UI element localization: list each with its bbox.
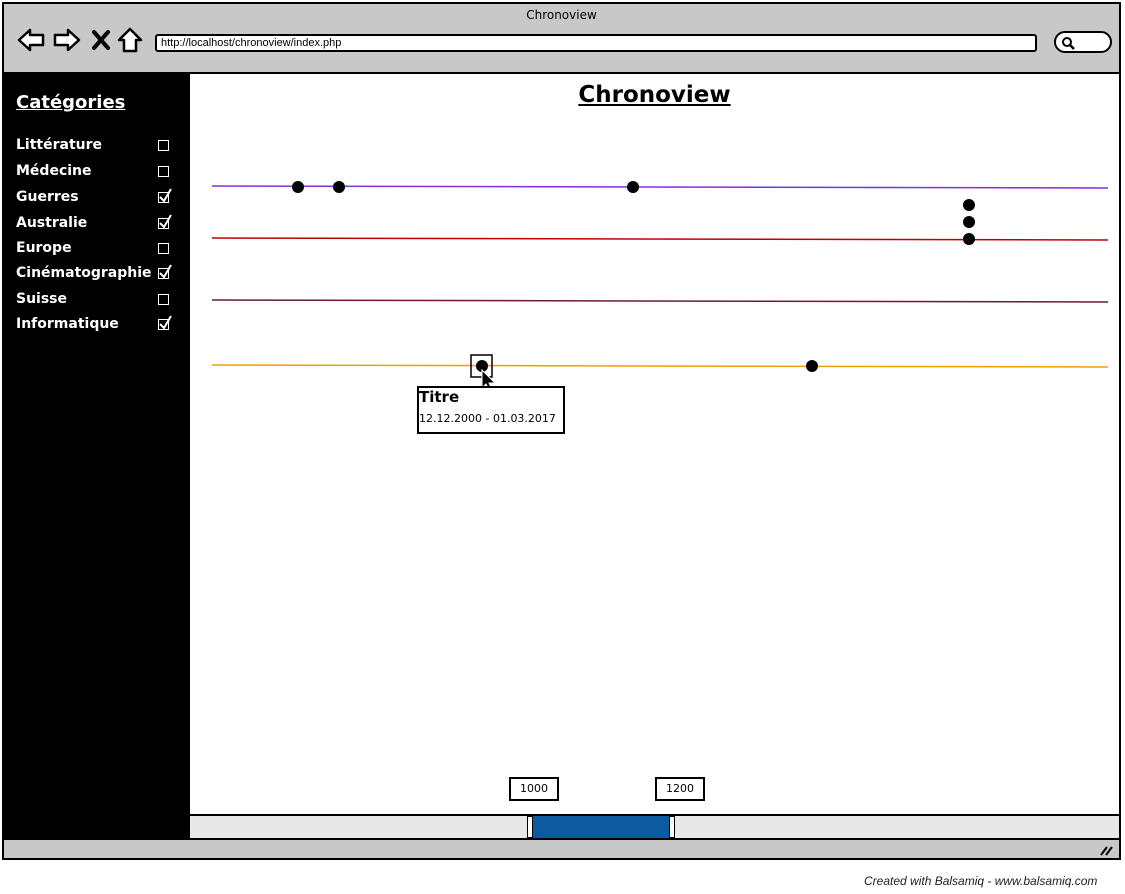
category-checkbox[interactable] <box>158 188 172 203</box>
category-checkbox[interactable] <box>158 243 169 254</box>
back-arrow-icon[interactable] <box>16 26 46 54</box>
category-label: Suisse <box>16 291 68 307</box>
tooltip-dates: 12.12.2000 - 01.03.2017 <box>419 412 556 425</box>
search-icon <box>1062 37 1075 50</box>
search-field[interactable] <box>1054 31 1112 53</box>
category-checkbox[interactable] <box>158 214 172 229</box>
credit-text: Created with Balsamiq - www.balsamiq.com <box>864 874 1098 888</box>
event-dot[interactable] <box>333 181 345 193</box>
checkmark-icon <box>159 188 172 203</box>
category-europe[interactable]: Europe <box>16 239 178 261</box>
timeline-line-1 <box>211 185 1109 189</box>
category-label: Europe <box>16 240 72 256</box>
category-checkbox[interactable] <box>158 315 172 330</box>
category-sidebar: Catégories Littérature Médecine Guerres … <box>4 74 190 838</box>
event-dot[interactable] <box>292 181 304 193</box>
timeline-line-3 <box>211 299 1109 303</box>
range-thumb[interactable] <box>533 816 669 838</box>
status-bar <box>4 840 1119 858</box>
range-end-handle[interactable] <box>669 816 675 838</box>
range-start-value[interactable]: 1000 <box>509 777 559 801</box>
category-litterature[interactable]: Littérature <box>16 136 178 158</box>
range-end-value[interactable]: 1200 <box>655 777 705 801</box>
category-suisse[interactable]: Suisse <box>16 290 178 312</box>
category-cinematographie[interactable]: Cinématographie <box>16 264 178 286</box>
event-dot[interactable] <box>963 199 975 211</box>
category-label: Guerres <box>16 189 79 205</box>
category-australie[interactable]: Australie <box>16 214 178 236</box>
event-dot[interactable] <box>806 360 818 372</box>
timeline-line-4 <box>211 364 1109 368</box>
time-range-scrollbar[interactable] <box>190 814 1119 838</box>
checkmark-icon <box>159 264 172 279</box>
timeline-chart <box>211 181 1109 393</box>
checkmark-icon <box>159 214 172 229</box>
category-label: Informatique <box>16 316 119 332</box>
tooltip-title: Titre <box>419 388 460 406</box>
timeline-area: Chronoview Titre 12.12.2000 - 01.03.2017… <box>190 74 1119 838</box>
category-label: Littérature <box>16 137 103 153</box>
event-dot[interactable] <box>963 233 975 245</box>
checkmark-icon <box>159 315 172 330</box>
event-tooltip: Titre 12.12.2000 - 01.03.2017 <box>417 386 565 434</box>
category-checkbox[interactable] <box>158 140 169 151</box>
category-checkbox[interactable] <box>158 294 169 305</box>
window-title: Chronoview <box>526 8 597 22</box>
event-dot[interactable] <box>627 181 639 193</box>
category-informatique[interactable]: Informatique <box>16 315 178 337</box>
category-label: Cinématographie <box>16 265 152 281</box>
close-icon[interactable] <box>88 26 114 54</box>
browser-window: Chronoview http://localhost/chronoview/i… <box>2 2 1121 860</box>
category-label: Australie <box>16 215 88 231</box>
category-medecine[interactable]: Médecine <box>16 162 178 184</box>
home-icon[interactable] <box>116 26 144 54</box>
category-guerres[interactable]: Guerres <box>16 188 178 210</box>
category-label: Médecine <box>16 163 92 179</box>
page-content: Catégories Littérature Médecine Guerres … <box>4 72 1119 840</box>
forward-arrow-icon[interactable] <box>52 26 82 54</box>
address-bar[interactable]: http://localhost/chronoview/index.php <box>155 34 1037 52</box>
category-checkbox[interactable] <box>158 264 172 279</box>
event-dot[interactable] <box>963 216 975 228</box>
sidebar-heading: Catégories <box>16 92 126 113</box>
category-checkbox[interactable] <box>158 166 169 177</box>
resize-grip-icon[interactable] <box>1099 844 1113 856</box>
